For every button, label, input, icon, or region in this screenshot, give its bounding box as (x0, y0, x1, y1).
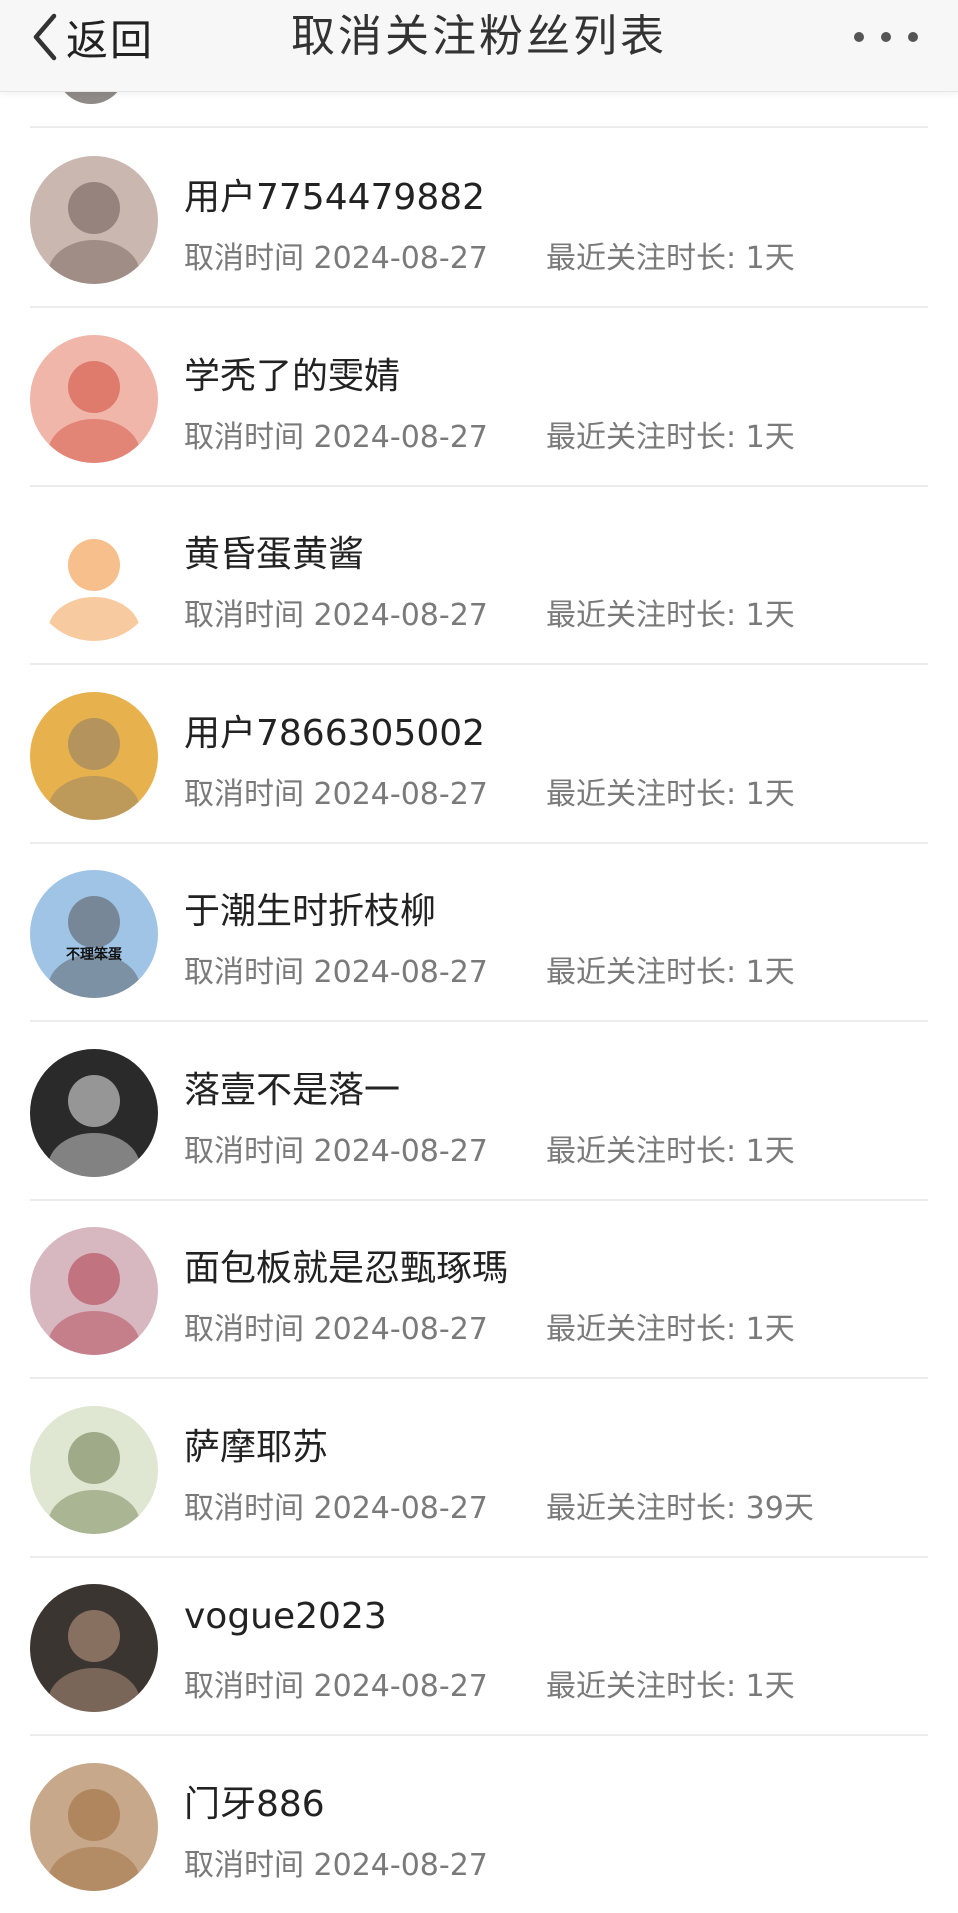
cancel-time: 取消时间 2024-08-27 (184, 955, 488, 990)
divider (30, 1020, 928, 1022)
fan-name: 落壹不是落一 (184, 1070, 401, 1111)
more-dot-icon (881, 32, 891, 42)
divider (30, 1377, 928, 1379)
follow-duration: 最近关注时长: 1天 (546, 777, 795, 812)
follow-duration: 最近关注时长: 39天 (546, 1491, 814, 1526)
follow-duration: 最近关注时长: 1天 (546, 955, 795, 990)
fan-name: 用户7866305002 (184, 713, 486, 754)
follow-duration: 最近关注时长: 1天 (546, 1134, 795, 1169)
avatar[interactable] (30, 513, 158, 641)
list-item[interactable]: 门牙886 取消时间 2024-08-27 (0, 1737, 958, 1913)
follow-duration: 最近关注时长: 1天 (546, 598, 795, 633)
list-item[interactable]: 用户7754479882 取消时间 2024-08-27 最近关注时长: 1天 (0, 130, 958, 308)
avatar[interactable] (30, 335, 158, 463)
fan-name: 门牙886 (184, 1784, 325, 1825)
more-dot-icon (908, 32, 918, 42)
follow-duration: 最近关注时长: 1天 (546, 241, 795, 276)
fan-name: 于潮生时折枝柳 (184, 891, 437, 932)
divider (30, 306, 928, 308)
avatar[interactable]: 不理笨蛋 (30, 870, 158, 998)
fan-name: 学秃了的雯婧 (184, 356, 401, 397)
avatar[interactable] (30, 1227, 158, 1355)
avatar[interactable] (30, 156, 158, 284)
cancel-time: 取消时间 2024-08-27 (184, 777, 488, 812)
list-item[interactable]: 不理笨蛋 于潮生时折枝柳取消时间 2024-08-27 最近关注时长: 1天 (0, 844, 958, 1022)
navigation-bar: 返回 取消关注粉丝列表 (0, 0, 958, 92)
cancel-time: 取消时间 2024-08-27 (184, 1491, 488, 1526)
cancel-time: 取消时间 2024-08-27 (184, 1312, 488, 1347)
fan-name: 黄昏蛋黄酱 (184, 534, 365, 575)
avatar[interactable] (30, 1049, 158, 1177)
cancel-time: 取消时间 2024-08-27 (184, 1669, 488, 1704)
list-item[interactable]: 学秃了的雯婧取消时间 2024-08-27 最近关注时长: 1天 (0, 309, 958, 487)
list-item[interactable]: 用户7866305002 取消时间 2024-08-27 最近关注时长: 1天 (0, 666, 958, 844)
divider (30, 663, 928, 665)
more-dot-icon (854, 32, 864, 42)
fan-name: 萨摩耶苏 (184, 1427, 329, 1468)
list-item[interactable]: vogue2023 取消时间 2024-08-27 最近关注时长: 1天 (0, 1558, 958, 1736)
cancel-time: 取消时间 2024-08-27 (184, 420, 488, 455)
fan-name: vogue2023 (184, 1596, 387, 1637)
avatar[interactable] (30, 1584, 158, 1712)
avatar[interactable] (30, 1763, 158, 1891)
avatar[interactable] (30, 692, 158, 820)
cancel-time: 取消时间 2024-08-27 (184, 241, 488, 276)
cancel-time: 取消时间 2024-08-27 (184, 598, 488, 633)
list-item[interactable]: 萨摩耶苏取消时间 2024-08-27 最近关注时长: 39天 (0, 1380, 958, 1558)
more-options-button[interactable] (854, 22, 918, 52)
page-title: 取消关注粉丝列表 (291, 11, 667, 62)
fan-name: 面包板就是忍甄琢瑪 (184, 1248, 509, 1289)
avatar[interactable] (30, 1406, 158, 1534)
list-item[interactable]: 落壹不是落一取消时间 2024-08-27 最近关注时长: 1天 (0, 1023, 958, 1201)
avatar-caption: 不理笨蛋 (66, 947, 122, 963)
divider (30, 126, 928, 128)
follow-duration: 最近关注时长: 1天 (546, 1669, 795, 1704)
divider (30, 1734, 928, 1736)
fan-name: 用户7754479882 (184, 177, 486, 218)
cancel-time: 取消时间 2024-08-27 (184, 1848, 488, 1883)
list-item[interactable]: 黄昏蛋黄酱取消时间 2024-08-27 最近关注时长: 1天 (0, 487, 958, 665)
follow-duration: 最近关注时长: 1天 (546, 1312, 795, 1347)
cancel-time: 取消时间 2024-08-27 (184, 1134, 488, 1169)
follow-duration: 最近关注时长: 1天 (546, 420, 795, 455)
list-item[interactable]: 面包板就是忍甄琢瑪取消时间 2024-08-27 最近关注时长: 1天 (0, 1201, 958, 1379)
